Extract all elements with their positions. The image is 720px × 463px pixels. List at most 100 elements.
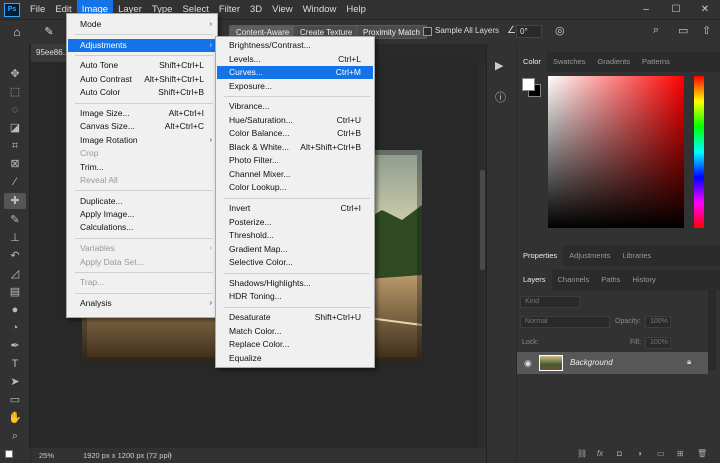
link-icon[interactable]: ⛓: [577, 449, 587, 458]
type-tool-icon[interactable]: T: [4, 356, 26, 372]
adjustment-layer-icon[interactable]: ◑: [637, 449, 642, 458]
menu-item-duplicate[interactable]: Duplicate...: [68, 195, 216, 208]
tab-layers[interactable]: Layers: [517, 270, 552, 290]
foreground-color-swatch[interactable]: [522, 78, 535, 91]
fx-icon[interactable]: fx: [597, 449, 603, 458]
search-icon[interactable]: ⌕: [653, 24, 659, 37]
trash-icon[interactable]: 🗑︎: [697, 449, 707, 458]
tab-history[interactable]: History: [626, 270, 661, 290]
tab-paths[interactable]: Paths: [595, 270, 626, 290]
gradient-tool-icon[interactable]: ▤: [4, 284, 26, 300]
maximize-button[interactable]: ☐: [661, 0, 691, 19]
fill-input[interactable]: 100%: [645, 337, 671, 349]
eraser-tool-icon[interactable]: ◿: [4, 266, 26, 282]
menu-item-auto-contrast[interactable]: Auto Contrast Alt+Shift+Ctrl+L: [68, 73, 216, 86]
zoom-tool-icon[interactable]: ⌕: [4, 428, 26, 444]
healing-brush-tool-icon[interactable]: ✚: [4, 193, 26, 209]
move-tool-icon[interactable]: ✥: [4, 66, 26, 82]
photoshop-logo[interactable]: Ps: [4, 2, 20, 17]
menu-item-desaturate[interactable]: Desaturate Shift+Ctrl+U: [217, 311, 373, 324]
menu-item-calculations[interactable]: Calculations...: [68, 221, 216, 234]
share-icon[interactable]: ⇧: [702, 24, 711, 37]
new-layer-icon[interactable]: ⊞: [677, 449, 684, 458]
menu-item-threshold[interactable]: Threshold...: [217, 229, 373, 242]
layers-scrollbar[interactable]: [708, 290, 716, 370]
tab-color[interactable]: Color: [517, 52, 547, 72]
menu-item-photo-filter[interactable]: Photo Filter...: [217, 154, 373, 167]
menu-item-posterize[interactable]: Posterize...: [217, 216, 373, 229]
info-icon[interactable]: ⓘ: [495, 89, 506, 105]
menu-item-equalize[interactable]: Equalize: [217, 352, 373, 365]
history-brush-tool-icon[interactable]: ↶: [4, 248, 26, 264]
menu-item-selective-color[interactable]: Selective Color...: [217, 256, 373, 269]
tab-adjustments[interactable]: Adjustments: [563, 246, 616, 266]
close-button[interactable]: ✕: [690, 0, 720, 19]
tab-swatches[interactable]: Swatches: [547, 52, 592, 72]
menu-item-match-color[interactable]: Match Color...: [217, 325, 373, 338]
menu-view[interactable]: View: [267, 0, 297, 19]
menu-filter[interactable]: Filter: [214, 0, 245, 19]
marquee-tool-icon[interactable]: ⬚: [4, 84, 26, 100]
clone-stamp-tool-icon[interactable]: ⊥: [4, 230, 26, 246]
menu-item-hue-saturation[interactable]: Hue/Saturation... Ctrl+U: [217, 114, 373, 127]
blend-mode-select[interactable]: Normal: [520, 316, 610, 328]
menu-item-gradient-map[interactable]: Gradient Map...: [217, 243, 373, 256]
status-arrow-icon[interactable]: ›: [169, 450, 172, 459]
menu-item-adjustments[interactable]: Adjustments ›: [68, 38, 216, 52]
tab-channels[interactable]: Channels: [552, 270, 596, 290]
home-icon[interactable]: ⌂: [8, 24, 26, 40]
menu-item-channel-mixer[interactable]: Channel Mixer...: [217, 168, 373, 181]
menu-item-canvas-size[interactable]: Canvas Size... Alt+Ctrl+C: [68, 120, 216, 133]
menu-help[interactable]: Help: [341, 0, 371, 19]
mask-icon[interactable]: ◘: [617, 449, 622, 458]
dodge-tool-icon[interactable]: ◔: [4, 320, 26, 336]
blur-tool-icon[interactable]: ●: [4, 302, 26, 318]
play-icon[interactable]: ▶: [495, 59, 503, 72]
layer-row-background[interactable]: ◉ Background 🔒︎: [517, 352, 708, 374]
sample-all-layers-checkbox[interactable]: [423, 27, 432, 36]
pen-tool-icon[interactable]: ✒: [4, 338, 26, 354]
menu-item-auto-tone[interactable]: Auto Tone Shift+Ctrl+L: [68, 59, 216, 72]
menu-item-color-balance[interactable]: Color Balance... Ctrl+B: [217, 127, 373, 140]
scrollbar-thumb[interactable]: [480, 170, 485, 270]
visibility-eye-icon[interactable]: ◉: [524, 358, 532, 369]
eyedropper-tool-icon[interactable]: ⁄: [4, 174, 26, 190]
color-picker-field[interactable]: [548, 76, 684, 228]
menu-item-brightness-contrast[interactable]: Brightness/Contrast...: [217, 39, 373, 52]
menu-item-invert[interactable]: Invert Ctrl+I: [217, 202, 373, 215]
frame-tool-icon[interactable]: ⊠: [4, 156, 26, 172]
menu-item-curves[interactable]: Curves... Ctrl+M: [217, 66, 373, 79]
hue-slider[interactable]: [694, 76, 704, 228]
menu-item-image-rotation[interactable]: Image Rotation ›: [68, 134, 216, 147]
menu-file[interactable]: File: [25, 0, 50, 19]
rectangle-tool-icon[interactable]: ▭: [4, 392, 26, 408]
crop-tool-icon[interactable]: ⌗: [4, 138, 26, 154]
menu-item-trim[interactable]: Trim...: [68, 161, 216, 174]
spot-healing-brush-icon[interactable]: ✎: [38, 24, 60, 40]
menu-item-image-size[interactable]: Image Size... Alt+Ctrl+I: [68, 107, 216, 120]
menu-item-analysis[interactable]: Analysis ›: [68, 297, 216, 310]
hand-tool-icon[interactable]: ✋: [4, 410, 26, 426]
angle-input[interactable]: 0°: [516, 25, 542, 38]
menu-3d[interactable]: 3D: [245, 0, 267, 19]
minimize-button[interactable]: –: [631, 0, 661, 19]
tab-properties[interactable]: Properties: [517, 246, 564, 266]
workspace-icon[interactable]: ▭: [678, 24, 688, 37]
menu-item-apply-image[interactable]: Apply Image...: [68, 208, 216, 221]
path-selection-tool-icon[interactable]: ➤: [4, 374, 26, 390]
menu-item-black-white[interactable]: Black & White... Alt+Shift+Ctrl+B: [217, 141, 373, 154]
menu-item-vibrance[interactable]: Vibrance...: [217, 100, 373, 113]
tab-libraries[interactable]: Libraries: [616, 246, 657, 266]
pressure-icon[interactable]: ◎: [555, 24, 565, 37]
foreground-swatch[interactable]: [5, 450, 13, 458]
menu-item-mode[interactable]: Mode ›: [68, 18, 216, 31]
menu-item-auto-color[interactable]: Auto Color Shift+Ctrl+B: [68, 86, 216, 99]
layer-kind-filter[interactable]: Kind: [520, 296, 580, 308]
brush-tool-icon[interactable]: ✎: [4, 212, 26, 228]
layer-name[interactable]: Background: [570, 358, 613, 367]
quick-selection-tool-icon[interactable]: ◪: [4, 120, 26, 136]
lasso-tool-icon[interactable]: ◌: [4, 102, 26, 118]
zoom-level[interactable]: 25%: [39, 451, 54, 460]
folder-icon[interactable]: ▭: [657, 449, 665, 458]
menu-item-replace-color[interactable]: Replace Color...: [217, 338, 373, 351]
